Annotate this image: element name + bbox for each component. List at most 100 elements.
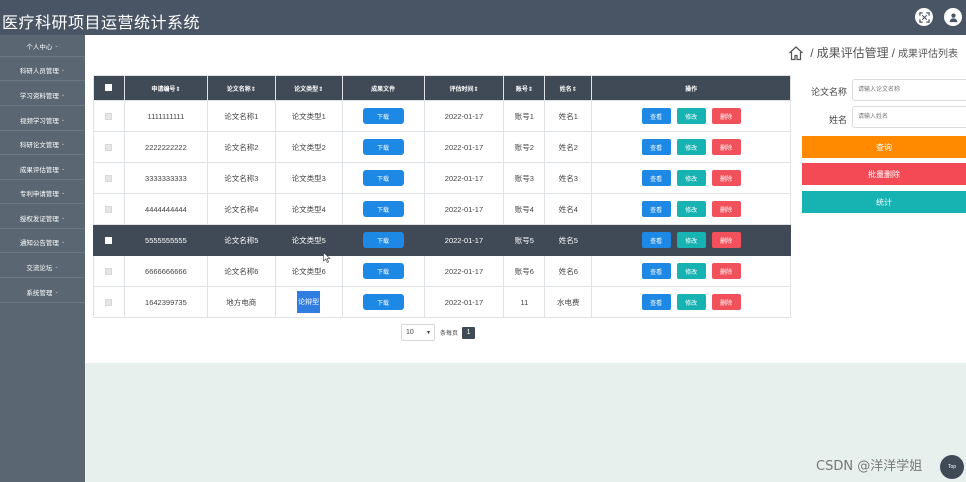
column-header-file: 成果文件 xyxy=(341,75,425,101)
row-select-cell[interactable] xyxy=(93,162,125,194)
edit-button[interactable]: 修改 xyxy=(676,294,706,310)
edit-button[interactable]: 修改 xyxy=(676,201,706,217)
download-button[interactable]: 下载 xyxy=(362,170,404,186)
download-button[interactable]: 下载 xyxy=(362,108,404,124)
person-name-input[interactable] xyxy=(852,106,966,128)
cell-date: 2022-01-17 xyxy=(423,286,505,318)
column-header-account[interactable]: 账号⇕ xyxy=(503,75,546,101)
sidebar-item-forum[interactable]: 交流论坛 ⌄ xyxy=(0,256,85,278)
delete-button[interactable]: 删除 xyxy=(711,170,741,186)
table-row-hovered[interactable]: 5555555555 论文名称5 论文类型5 下载 2022-01-17 账号5… xyxy=(93,224,791,256)
delete-button[interactable]: 删除 xyxy=(711,201,741,217)
sidebar-item-researchers[interactable]: 科研人员管理 ⌄ xyxy=(0,59,85,81)
column-header-type[interactable]: 论文类型⇕ xyxy=(274,75,343,101)
breadcrumb-current: 成果评估列表 xyxy=(898,49,958,60)
row-select-cell[interactable] xyxy=(93,286,125,318)
column-header-person[interactable]: 姓名⇕ xyxy=(544,75,593,101)
row-checkbox[interactable] xyxy=(105,299,113,307)
delete-button[interactable]: 删除 xyxy=(711,294,741,310)
sidebar-item-patents[interactable]: 专利申请管理 ⌄ xyxy=(0,182,85,204)
delete-button[interactable]: 删除 xyxy=(711,263,741,279)
home-icon[interactable] xyxy=(788,45,804,61)
sidebar-item-materials[interactable]: 学习资料管理 ⌄ xyxy=(0,84,85,106)
download-button[interactable]: 下载 xyxy=(362,294,404,310)
edit-button[interactable]: 修改 xyxy=(676,108,706,124)
breadcrumb-separator: / xyxy=(810,45,814,60)
edit-button[interactable]: 修改 xyxy=(676,170,706,186)
view-button[interactable]: 查看 xyxy=(641,294,671,310)
table-row[interactable]: 2222222222 论文名称2 论文类型2 下载 2022-01-17 账号2… xyxy=(93,131,791,163)
sidebar-item-evaluation[interactable]: 成果评估管理 ⌄ xyxy=(0,158,85,180)
cell-type: 论辩型 xyxy=(274,286,343,318)
delete-button[interactable]: 删除 xyxy=(711,139,741,155)
select-all-cell[interactable] xyxy=(93,75,125,101)
row-select-cell[interactable] xyxy=(93,100,125,132)
page-number-current[interactable]: 1 xyxy=(462,326,476,339)
view-button[interactable]: 查看 xyxy=(641,263,671,279)
table-row[interactable]: 3333333333 论文名称3 论文类型3 下载 2022-01-17 账号3… xyxy=(93,162,791,194)
download-button[interactable]: 下载 xyxy=(362,201,404,217)
row-checkbox[interactable] xyxy=(105,237,113,245)
view-button[interactable]: 查看 xyxy=(641,139,671,155)
sidebar-item-videos[interactable]: 视频学习管理 ⌄ xyxy=(0,109,85,131)
download-button[interactable]: 下载 xyxy=(362,139,404,155)
row-checkbox[interactable] xyxy=(105,175,113,183)
column-header-date[interactable]: 评估时间⇕ xyxy=(423,75,505,101)
row-checkbox[interactable] xyxy=(105,113,113,121)
breadcrumb: / 成果评估管理 / 成果评估列表 xyxy=(788,44,958,61)
page-size-select[interactable]: 10 ▾ xyxy=(401,324,435,341)
cell-file: 下载 xyxy=(341,193,425,225)
breadcrumb-main[interactable]: 成果评估管理 xyxy=(817,44,889,61)
row-select-cell[interactable] xyxy=(93,255,125,287)
edit-button[interactable]: 修改 xyxy=(676,139,706,155)
page-size-value: 10 xyxy=(406,329,414,336)
row-select-cell[interactable] xyxy=(93,224,125,256)
chevron-down-icon: ⌄ xyxy=(54,263,59,270)
fullscreen-icon[interactable] xyxy=(915,8,933,26)
batch-delete-button[interactable]: 批量删除 xyxy=(802,163,966,185)
cell-actions: 查看 修改 删除 xyxy=(591,224,791,256)
row-select-cell[interactable] xyxy=(93,193,125,225)
table-row[interactable]: 4444444444 论文名称4 论文类型4 下载 2022-01-17 账号4… xyxy=(93,193,791,225)
column-header-id[interactable]: 申请编号⇕ xyxy=(123,75,208,101)
cell-name: 论文名称4 xyxy=(206,193,276,225)
sidebar-item-papers[interactable]: 科研论文管理 ⌄ xyxy=(0,133,85,155)
column-header-name[interactable]: 论文名称⇕ xyxy=(206,75,276,101)
statistics-button[interactable]: 统计 xyxy=(802,191,966,213)
cell-name: 论文名称5 xyxy=(206,224,276,256)
view-button[interactable]: 查看 xyxy=(641,108,671,124)
view-button[interactable]: 查看 xyxy=(641,170,671,186)
view-button[interactable]: 查看 xyxy=(641,232,671,248)
table-row[interactable]: 1642399735 地方电商 论辩型 下载 2022-01-17 11 水电费… xyxy=(93,286,791,318)
delete-button[interactable]: 删除 xyxy=(711,108,741,124)
sidebar: 个人中心 ⌄ 科研人员管理 ⌄ 学习资料管理 ⌄ 视频学习管理 ⌄ 科研论文管理 ⌄ 成果… xyxy=(0,35,85,482)
query-button[interactable]: 查询 xyxy=(802,136,966,158)
row-select-cell[interactable] xyxy=(93,131,125,163)
view-button[interactable]: 查看 xyxy=(641,201,671,217)
download-button[interactable]: 下载 xyxy=(362,232,404,248)
sidebar-item-certificates[interactable]: 授权发证管理 ⌄ xyxy=(0,207,85,229)
edit-button[interactable]: 修改 xyxy=(676,263,706,279)
select-all-checkbox[interactable] xyxy=(105,84,113,92)
edit-button[interactable]: 修改 xyxy=(676,232,706,248)
row-checkbox[interactable] xyxy=(105,144,113,152)
back-to-top-button[interactable]: Top xyxy=(940,455,964,479)
sidebar-item-system[interactable]: 系统管理 ⌄ xyxy=(0,281,85,303)
row-checkbox[interactable] xyxy=(105,268,113,276)
paper-name-input[interactable] xyxy=(852,79,966,101)
table-row[interactable]: 1111111111 论文名称1 论文类型1 下载 2022-01-17 账号1… xyxy=(93,100,791,132)
cell-actions: 查看 修改 删除 xyxy=(591,100,791,132)
cell-id: 4444444444 xyxy=(123,193,208,225)
sidebar-item-profile[interactable]: 个人中心 ⌄ xyxy=(0,35,85,57)
download-button[interactable]: 下载 xyxy=(362,263,404,279)
cell-actions: 查看 修改 删除 xyxy=(591,255,791,287)
sidebar-item-notices[interactable]: 通知公告管理 ⌄ xyxy=(0,231,85,253)
row-checkbox[interactable] xyxy=(105,206,113,214)
delete-button[interactable]: 删除 xyxy=(711,232,741,248)
cell-person: 水电费 xyxy=(544,286,593,318)
user-icon[interactable] xyxy=(944,8,962,26)
table-row[interactable]: 6666666666 论文名称6 论文类型6 下载 2022-01-17 账号6… xyxy=(93,255,791,287)
cell-file: 下载 xyxy=(341,162,425,194)
sidebar-item-label: 科研人员管理 xyxy=(19,67,59,75)
cell-person: 姓名3 xyxy=(544,162,593,194)
